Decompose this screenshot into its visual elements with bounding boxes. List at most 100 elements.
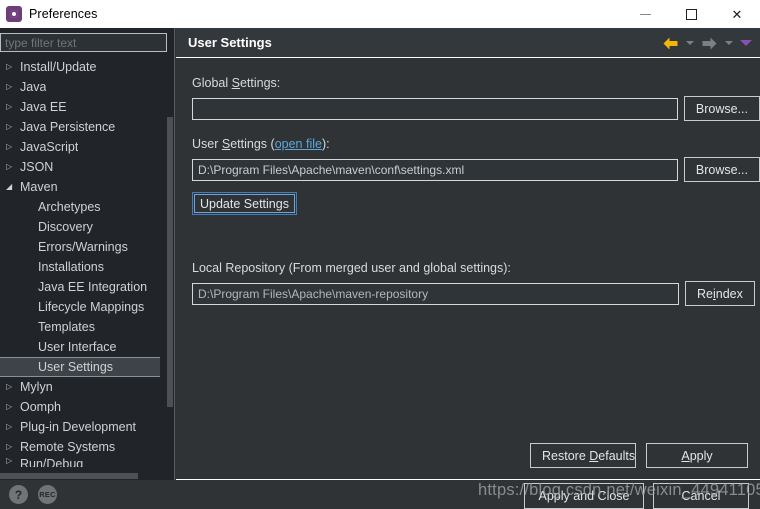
sidebar-item-javascript[interactable]: JavaScript bbox=[0, 137, 167, 157]
sidebar-item-lifecycle-mappings[interactable]: Lifecycle Mappings bbox=[0, 297, 167, 317]
tree-collapse-arrow-icon[interactable] bbox=[6, 143, 20, 151]
sidebar-item-templates[interactable]: Templates bbox=[0, 317, 167, 337]
tree-collapse-arrow-icon[interactable] bbox=[6, 103, 20, 111]
sidebar-item-label: Templates bbox=[38, 320, 95, 334]
apply-and-close-button[interactable]: Apply and Close bbox=[524, 483, 644, 509]
sidebar-item-java-ee[interactable]: Java EE bbox=[0, 97, 167, 117]
back-history-chevron-down-icon[interactable] bbox=[686, 41, 694, 45]
back-arrow-icon[interactable] bbox=[662, 36, 679, 51]
help-icon[interactable]: ? bbox=[9, 485, 28, 504]
preferences-dialog-body: Install/UpdateJava Java EE Java Persistenc… bbox=[0, 28, 760, 509]
tree-vertical-scrollbar-thumb[interactable] bbox=[167, 117, 173, 407]
tree-collapse-arrow-icon[interactable] bbox=[6, 163, 20, 171]
apply-label-suffix: pply bbox=[690, 449, 713, 463]
spacer bbox=[192, 215, 760, 261]
sidebar-item-mylyn[interactable]: Mylyn bbox=[0, 377, 167, 397]
forward-history-chevron-down-icon[interactable] bbox=[725, 41, 733, 45]
dialog-help-icons: ? REC bbox=[9, 485, 57, 504]
sidebar-item-label: Archetypes bbox=[38, 200, 101, 214]
global-settings-label-mnemonic: S bbox=[232, 76, 240, 90]
sidebar-item-json[interactable]: JSON bbox=[0, 157, 167, 177]
sidebar-item-label: Errors/Warnings bbox=[38, 240, 128, 254]
update-settings-button[interactable]: Update Settings bbox=[192, 192, 297, 215]
sidebar-item-label: Java EE bbox=[20, 100, 67, 114]
sidebar-item-label: Oomph bbox=[20, 400, 61, 414]
sidebar-item-label: Run/Debug bbox=[20, 457, 83, 467]
dialog-action-buttons: Apply and Close Cancel bbox=[524, 483, 749, 509]
global-settings-label-suffix: ettings: bbox=[240, 76, 280, 90]
forward-arrow-icon[interactable] bbox=[701, 36, 718, 51]
tree-collapse-arrow-icon[interactable] bbox=[6, 63, 20, 71]
sidebar-item-archetypes[interactable]: Archetypes bbox=[0, 197, 167, 217]
restore-label-prefix: Restore bbox=[542, 449, 589, 463]
sidebar-item-label: Plug-in Development bbox=[20, 420, 136, 434]
open-file-link[interactable]: open file bbox=[275, 137, 322, 151]
sidebar-item-errors-warnings[interactable]: Errors/Warnings bbox=[0, 237, 167, 257]
tree-horizontal-scrollbar[interactable] bbox=[0, 473, 167, 479]
sidebar-item-remote-systems[interactable]: Remote Systems bbox=[0, 437, 167, 457]
record-icon[interactable]: REC bbox=[38, 485, 57, 504]
reindex-button[interactable]: Reindex bbox=[685, 281, 755, 306]
sidebar-item-java-persistence[interactable]: Java Persistence bbox=[0, 117, 167, 137]
sidebar-item-run-debug[interactable]: Run/Debug bbox=[0, 457, 167, 467]
page-header: User Settings bbox=[176, 28, 760, 58]
minimize-button[interactable] bbox=[622, 0, 668, 28]
filter-container bbox=[0, 28, 174, 55]
window-title: Preferences bbox=[29, 7, 98, 21]
sidebar-item-label: Java EE Integration bbox=[38, 280, 147, 294]
sidebar-item-java-ee-integration[interactable]: Java EE Integration bbox=[0, 277, 167, 297]
sidebar-item-label: JSON bbox=[20, 160, 53, 174]
view-menu-caret-icon[interactable] bbox=[740, 40, 752, 46]
tree-collapse-arrow-icon[interactable] bbox=[6, 383, 20, 391]
preferences-tree[interactable]: Install/UpdateJava Java EE Java Persistenc… bbox=[0, 57, 167, 469]
sidebar-item-label: Maven bbox=[20, 180, 58, 194]
sidebar-item-user-settings[interactable]: User Settings bbox=[0, 357, 160, 377]
tree-collapse-arrow-icon[interactable] bbox=[6, 423, 20, 431]
tree-collapse-arrow-icon[interactable] bbox=[6, 443, 20, 451]
tree-expand-arrow-icon[interactable] bbox=[6, 183, 20, 191]
sidebar-item-discovery[interactable]: Discovery bbox=[0, 217, 167, 237]
sidebar-item-installations[interactable]: Installations bbox=[0, 257, 167, 277]
user-settings-label-prefix: User bbox=[192, 137, 222, 151]
close-icon[interactable]: ✕ bbox=[714, 0, 760, 28]
apply-label-mnemonic: A bbox=[681, 449, 689, 463]
restore-label-suffix: efaults bbox=[598, 449, 635, 463]
page-nav-tools bbox=[662, 28, 752, 58]
global-settings-row: Browse... bbox=[192, 96, 760, 121]
tree-collapse-arrow-icon[interactable] bbox=[6, 457, 20, 465]
user-settings-row: Browse... bbox=[192, 157, 760, 182]
user-settings-label-mnemonic: S bbox=[222, 137, 230, 151]
window-title-bar: Preferences ✕ bbox=[0, 0, 760, 28]
user-settings-path-input[interactable] bbox=[192, 159, 678, 181]
sidebar-item-maven[interactable]: Maven bbox=[0, 177, 167, 197]
reindex-label-suffix: ndex bbox=[716, 287, 743, 301]
sidebar-item-label: Lifecycle Mappings bbox=[38, 300, 144, 314]
search-input[interactable] bbox=[0, 33, 167, 52]
sidebar-item-oomph[interactable]: Oomph bbox=[0, 397, 167, 417]
sidebar-item-label: Discovery bbox=[38, 220, 93, 234]
maximize-button[interactable] bbox=[668, 0, 714, 28]
sidebar-item-plug-in-development[interactable]: Plug-in Development bbox=[0, 417, 167, 437]
global-settings-path-input[interactable] bbox=[192, 98, 678, 120]
sidebar-item-java[interactable]: Java bbox=[0, 77, 167, 97]
restore-label-mnemonic: D bbox=[589, 449, 598, 463]
tree-collapse-arrow-icon[interactable] bbox=[6, 403, 20, 411]
global-settings-label: Global Settings: bbox=[192, 76, 760, 90]
tree-vertical-scrollbar[interactable] bbox=[167, 57, 173, 469]
page-footer-buttons: Restore Defaults Apply bbox=[530, 443, 748, 468]
reindex-label-prefix: Re bbox=[697, 287, 713, 301]
tree-horizontal-scrollbar-thumb[interactable] bbox=[0, 473, 138, 479]
tree-collapse-arrow-icon[interactable] bbox=[6, 83, 20, 91]
global-settings-label-prefix: Global bbox=[192, 76, 232, 90]
cancel-button[interactable]: Cancel bbox=[653, 483, 749, 509]
sidebar-item-user-interface[interactable]: User Interface bbox=[0, 337, 167, 357]
user-settings-label-suffix: ): bbox=[322, 137, 330, 151]
sidebar-item-install-update[interactable]: Install/Update bbox=[0, 57, 167, 77]
sidebar-item-label: Installations bbox=[38, 260, 104, 274]
tree-collapse-arrow-icon[interactable] bbox=[6, 123, 20, 131]
sidebar-item-label: Java Persistence bbox=[20, 120, 115, 134]
user-settings-browse-button[interactable]: Browse... bbox=[684, 157, 760, 182]
restore-defaults-button[interactable]: Restore Defaults bbox=[530, 443, 636, 468]
global-settings-browse-button[interactable]: Browse... bbox=[684, 96, 760, 121]
apply-button[interactable]: Apply bbox=[646, 443, 748, 468]
